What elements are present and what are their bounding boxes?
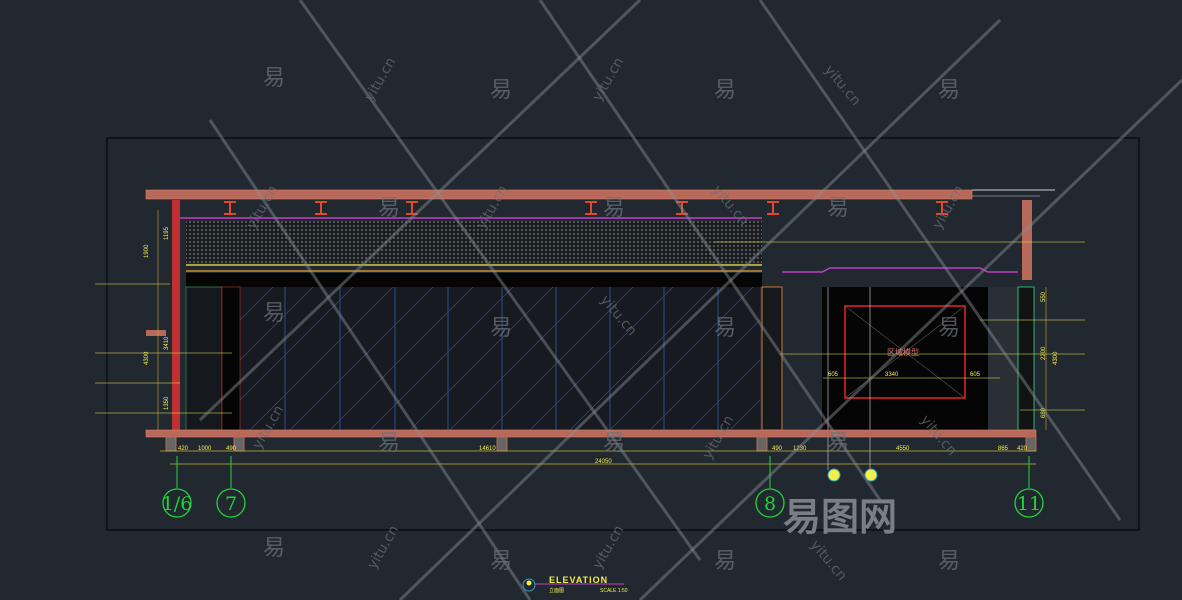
left-vertical-dimensions: 1900 1195 3410 4300 1350 [144,210,170,430]
svg-text:易: 易 [263,536,285,561]
left-cabinet [185,286,223,431]
svg-text:3410: 3410 [164,336,170,350]
axis-marker-7[interactable]: 7 [216,456,246,518]
dim-frame-left: 605 [828,372,839,378]
svg-text:易: 易 [263,66,285,91]
svg-text:易: 易 [378,196,400,221]
yitu-logo-watermark: 易图网 [783,497,897,539]
dim-frame-width: 3340 [885,372,899,378]
floor-slab [145,429,1037,438]
svg-text:易: 易 [938,78,960,103]
svg-text:易: 易 [490,549,512,574]
dim-frame-right: 605 [970,372,981,378]
svg-text:1000: 1000 [198,446,212,452]
svg-text:yitu.cn: yitu.cn [821,62,864,109]
svg-text:yitu.cn: yitu.cn [807,537,850,584]
svg-text:SCALE 1:50: SCALE 1:50 [600,588,628,594]
svg-text:550: 550 [1041,291,1047,302]
column-8 [761,286,783,431]
svg-text:易: 易 [938,316,960,341]
svg-text:8: 8 [764,493,776,515]
svg-text:易: 易 [603,196,625,221]
svg-text:易: 易 [490,78,512,103]
svg-text:1195: 1195 [164,226,170,240]
svg-text:易: 易 [714,549,736,574]
svg-text:4550: 4550 [896,446,910,452]
axis-marker-11[interactable]: 11 [1014,456,1044,518]
left-wall [172,200,180,435]
svg-text:490: 490 [226,446,237,452]
svg-text:yitu.cn: yitu.cn [362,55,400,104]
cad-drawing-canvas[interactable]: 区域模型 3340 605 605 420 1000 490 14610 490… [0,0,1182,600]
svg-text:1/6: 1/6 [162,493,193,515]
svg-text:1900: 1900 [144,244,150,258]
roof-slab [145,189,1055,200]
svg-text:7: 7 [225,493,237,515]
svg-text:24050: 24050 [595,459,612,465]
axis-marker-1-6[interactable]: 1/6 [162,456,193,518]
drawing-title-block: ELEVATION 立面图 SCALE 1:50 [522,575,628,594]
svg-text:易: 易 [827,431,849,456]
svg-text:易: 易 [263,301,285,326]
svg-text:易: 易 [938,549,960,574]
svg-text:立面图: 立面图 [549,587,564,594]
svg-text:420: 420 [1017,446,1028,452]
svg-text:易: 易 [490,316,512,341]
svg-text:420: 420 [178,446,189,452]
section-marker-icon [827,468,841,482]
svg-text:1350: 1350 [164,396,170,410]
drawing-title: ELEVATION [549,575,608,585]
svg-text:易: 易 [714,316,736,341]
svg-text:易: 易 [714,78,736,103]
svg-text:865: 865 [998,446,1009,452]
svg-text:4300: 4300 [144,351,150,365]
svg-text:490: 490 [772,446,783,452]
svg-text:易: 易 [603,431,625,456]
svg-text:4300: 4300 [1053,351,1059,365]
svg-text:11: 11 [1017,493,1041,515]
svg-text:易: 易 [378,431,400,456]
display-wall [822,287,988,430]
svg-text:易: 易 [827,196,849,221]
svg-text:14610: 14610 [479,446,496,452]
svg-text:2200: 2200 [1041,346,1047,360]
